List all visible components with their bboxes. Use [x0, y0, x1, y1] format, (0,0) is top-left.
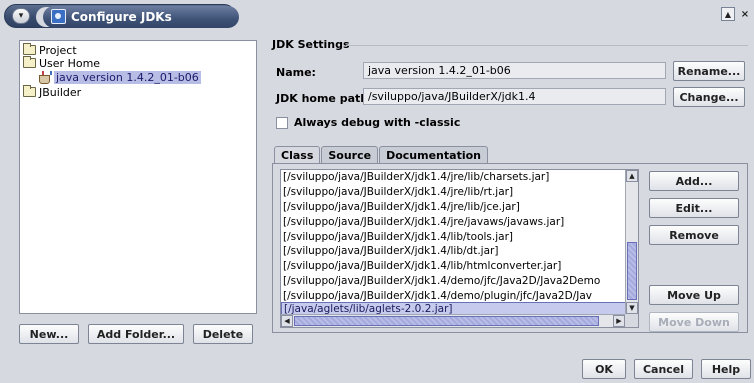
tree-item-user-home[interactable]: User Home [23, 56, 100, 70]
tab-documentation[interactable]: Documentation [379, 146, 488, 163]
folder-icon [23, 43, 36, 55]
jdk-app-icon [51, 9, 66, 24]
list-item[interactable]: [/sviluppo/java/JBuilderX/jdk1.4/jre/lib… [281, 170, 626, 185]
new-button[interactable]: New... [19, 324, 79, 344]
home-path-field[interactable]: /sviluppo/java/JBuilderX/jdk1.4 [363, 88, 666, 105]
remove-button[interactable]: Remove [649, 225, 739, 245]
jdk-icon [38, 71, 52, 84]
tree-item-jdk[interactable]: java version 1.4.2_01-b06 [38, 70, 201, 84]
maximize-icon[interactable]: ▲ [721, 7, 735, 21]
tree-item-label: java version 1.4.2_01-b06 [54, 70, 201, 84]
title-pill: ▾ Configure JDKs [4, 4, 239, 28]
list-item[interactable]: [/sviluppo/java/JBuilderX/jdk1.4/lib/dt.… [281, 244, 626, 259]
list-item[interactable]: [/sviluppo/java/JBuilderX/jdk1.4/jre/lib… [281, 185, 626, 200]
delete-button[interactable]: Delete [193, 324, 253, 344]
jdk-settings-title: JDK Settings [272, 38, 350, 51]
help-button[interactable]: Help [701, 359, 751, 379]
scroll-corner [625, 314, 638, 327]
list-item[interactable]: [/sviluppo/java/JBuilderX/jdk1.4/lib/too… [281, 229, 626, 244]
list-item[interactable]: [/sviluppo/java/JBuilderX/jdk1.4/jre/jav… [281, 214, 626, 229]
tree-item-label: User Home [39, 56, 101, 70]
scroll-up-icon[interactable]: ▲ [626, 170, 638, 182]
tab-bar: Class Source Documentation [274, 146, 489, 164]
window-title: Configure JDKs [71, 10, 172, 24]
title-bar[interactable]: ▾ Configure JDKs ▲ × [0, 0, 754, 32]
home-path-label: JDK home path: [276, 92, 373, 105]
name-field[interactable]: java version 1.4.2_01-b06 [363, 62, 666, 79]
list-item[interactable]: [/sviluppo/java/JBuilderX/jdk1.4/lib/htm… [281, 259, 626, 274]
folder-icon [23, 85, 36, 97]
tab-class[interactable]: Class [274, 146, 321, 164]
always-debug-label: Always debug with -classic [294, 116, 461, 129]
scroll-right-icon[interactable]: ▶ [613, 315, 625, 327]
cancel-button[interactable]: Cancel [634, 359, 693, 379]
list-item[interactable]: [/sviluppo/java/JBuilderX/jdk1.4/demo/pl… [281, 288, 626, 303]
window-controls: ▲ × [721, 7, 752, 21]
chevron-down-icon[interactable]: ▾ [12, 8, 30, 24]
list-item[interactable]: [/sviluppo/java/JBuilderX/jdk1.4/demo/jf… [281, 274, 626, 289]
jdk-tree[interactable]: Project User Home java version 1.4.2_01-… [19, 40, 257, 314]
tree-item-label: JBuilder [39, 85, 82, 99]
window-title-area: Configure JDKs [43, 6, 239, 28]
close-icon[interactable]: × [738, 7, 752, 21]
folder-icon [23, 56, 36, 68]
horizontal-scrollbar[interactable]: ◀ ▶ [281, 314, 626, 327]
list-item[interactable]: [/sviluppo/java/JBuilderX/jdk1.4/jre/lib… [281, 200, 626, 215]
ok-button[interactable]: OK [582, 359, 626, 379]
horizontal-scroll-thumb[interactable] [294, 316, 599, 326]
tree-item-jbuilder[interactable]: JBuilder [23, 85, 81, 99]
edit-button[interactable]: Edit... [649, 198, 739, 218]
add-button[interactable]: Add... [649, 171, 739, 191]
rename-button[interactable]: Rename... [673, 61, 745, 81]
always-debug-row[interactable]: Always debug with -classic [276, 116, 460, 129]
tree-item-project[interactable]: Project [23, 43, 77, 57]
move-down-button: Move Down [649, 312, 739, 332]
always-debug-checkbox[interactable] [276, 116, 288, 129]
scroll-down-icon[interactable]: ▼ [626, 302, 638, 314]
tab-source[interactable]: Source [321, 146, 379, 163]
tree-item-label: Project [39, 43, 77, 57]
add-folder-button[interactable]: Add Folder... [88, 324, 184, 344]
change-button[interactable]: Change... [673, 87, 745, 107]
vertical-scrollbar[interactable]: ▲ ▼ [625, 170, 638, 314]
move-up-button[interactable]: Move Up [649, 285, 739, 305]
vertical-scroll-thumb[interactable] [627, 242, 637, 300]
group-divider [346, 45, 748, 46]
class-path-list[interactable]: [/sviluppo/java/JBuilderX/jdk1.4/jre/lib… [280, 169, 639, 328]
scroll-left-icon[interactable]: ◀ [281, 315, 293, 327]
name-label: Name: [276, 66, 316, 79]
